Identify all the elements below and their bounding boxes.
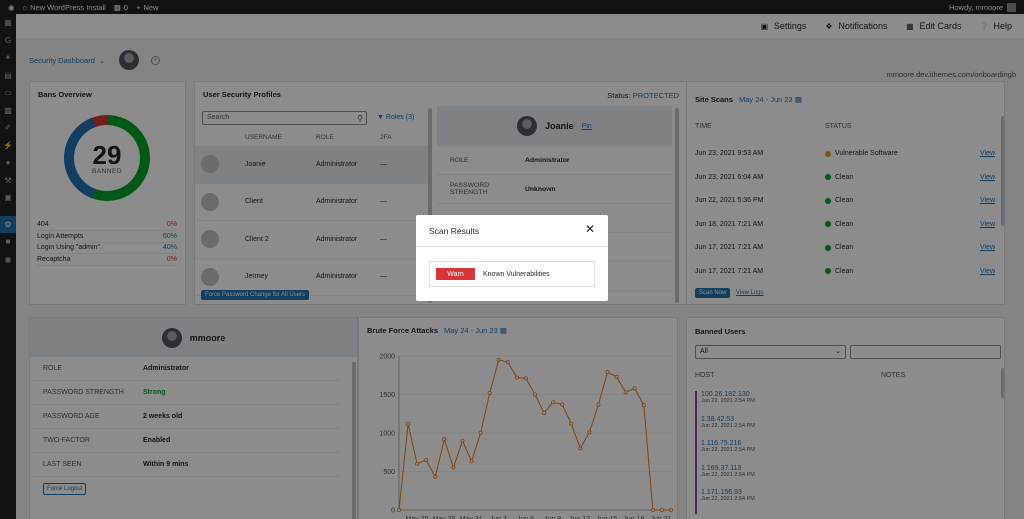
warn-badge: Warn xyxy=(436,268,475,280)
scan-results-modal: Scan Results ✕ Warn Known Vulnerabilitie… xyxy=(416,215,608,301)
modal-title: Scan Results xyxy=(416,215,608,247)
close-icon[interactable]: ✕ xyxy=(585,223,595,235)
scan-result-message: Known Vulnerabilities xyxy=(483,270,550,278)
scan-result-row[interactable]: Warn Known Vulnerabilities xyxy=(429,261,595,287)
